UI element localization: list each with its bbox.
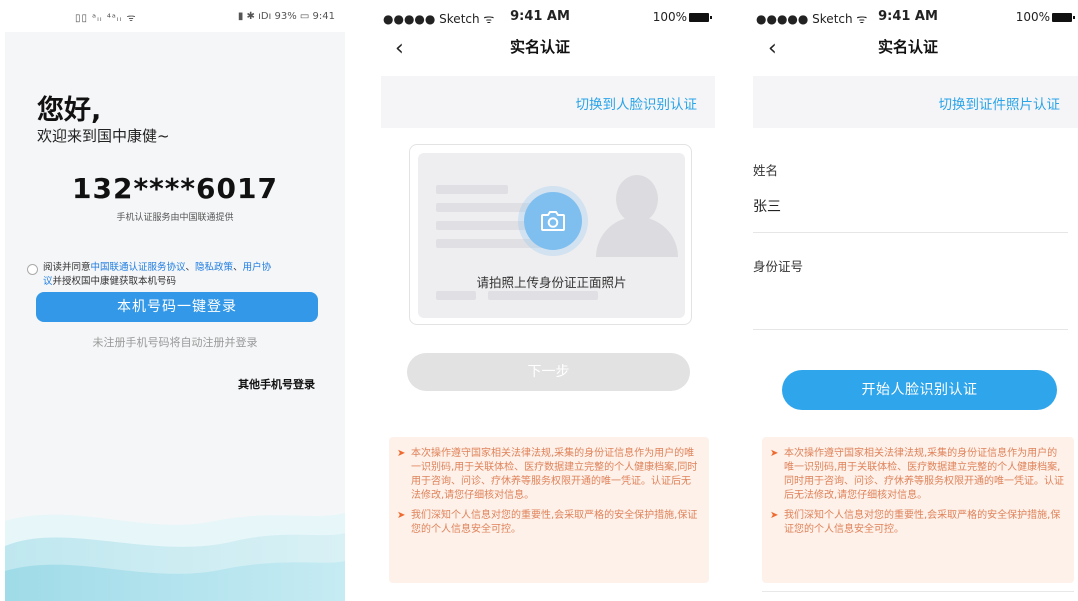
id-number-input[interactable]: [753, 290, 1053, 312]
agreement-radio[interactable]: [27, 264, 38, 275]
upload-prompt: 请拍照上传身份证正面照片: [476, 275, 627, 290]
link-user-agreement-cont[interactable]: 议: [43, 276, 53, 287]
notice-text: 本次操作遵守国家相关法律法规,采集的身份证信息作为用户的唯一识别码,用于关联体检…: [411, 448, 698, 501]
notice-item: ➤ 我们深知个人信息对您的重要性,会采取严格的安全保护措施,保证您的个人信息安全…: [770, 509, 1064, 537]
battery-percent: 100%: [1015, 10, 1050, 24]
welcome-text: 欢迎来到国中康健~: [37, 127, 170, 145]
placeholder-line: [436, 185, 508, 194]
divider: [753, 329, 1068, 330]
placeholder-line: [436, 239, 546, 248]
other-phone-login-link[interactable]: 其他手机号登录: [238, 376, 315, 392]
status-right-indicators: ▮ ✱ ıDı 93% ▭ 9:41: [237, 11, 335, 22]
id-card-placeholder: 请拍照上传身份证正面照片: [418, 153, 685, 318]
link-privacy-policy[interactable]: 隐私政策: [195, 262, 233, 273]
privacy-notice: ➤ 本次操作遵守国家相关法律法规,采集的身份证信息作为用户的唯一识别码,用于关联…: [762, 437, 1074, 583]
arrow-right-icon: ➤: [770, 510, 779, 521]
battery-icon: [1052, 13, 1075, 22]
placeholder-line: [488, 291, 598, 300]
status-bar: ●●●●● Sketch ᯤ 9:41 AM 100%: [738, 0, 1078, 32]
privacy-notice: ➤ 本次操作遵守国家相关法律法规,采集的身份证信息作为用户的唯一识别码,用于关联…: [389, 437, 709, 583]
status-time: 9:41 AM: [510, 9, 570, 24]
decorative-waves: [5, 513, 345, 601]
link-unicom-auth-agreement[interactable]: 中国联通认证服务协议: [91, 262, 186, 273]
page-title: 实名认证: [877, 38, 938, 56]
carrier-signal: ●●●●● Sketch ᯤ: [383, 12, 495, 26]
switch-to-face-link[interactable]: 切换到人脸识别认证: [576, 93, 698, 113]
id-upload-area[interactable]: 请拍照上传身份证正面照片: [409, 144, 692, 325]
switch-mode-bar: 切换到证件照片认证: [753, 76, 1078, 128]
agreement-text: 阅读并同意中国联通认证服务协议、隐私政策、用户协 议并授权国中康健获取本机号码: [43, 261, 331, 289]
face-verification-screen: ●●●●● Sketch ᯤ 9:41 AM 100% ‹ 实名认证 切换到证件…: [738, 0, 1078, 601]
status-bar: ▯▯ ᵃᵢᵢ ⁴ᵃᵢᵢ ᯤ ▮ ✱ ıDı 93% ▭ 9:41: [5, 0, 345, 32]
avatar-silhouette-icon: [616, 175, 658, 223]
login-screen: ▯▯ ᵃᵢᵢ ⁴ᵃᵢᵢ ᯤ ▮ ✱ ıDı 93% ▭ 9:41 您好, 欢迎来…: [5, 0, 345, 601]
switch-to-id-photo-link[interactable]: 切换到证件照片认证: [939, 93, 1061, 113]
name-input[interactable]: 张三: [753, 196, 781, 216]
status-time: 9:41 AM: [878, 9, 938, 24]
notice-text: 我们深知个人信息对您的重要性,会采取严格的安全保护措施,保证您的个人信息安全可控…: [411, 510, 698, 535]
placeholder-line: [436, 221, 526, 230]
camera-button[interactable]: [524, 192, 582, 250]
agreement-suffix: 并授权国中康健获取本机号码: [52, 276, 177, 287]
notice-text: 我们深知个人信息对您的重要性,会采取严格的安全保护措施,保证您的个人信息安全可控…: [784, 510, 1061, 535]
status-bar: ●●●●● Sketch ᯤ 9:41 AM 100%: [365, 0, 715, 32]
divider: [762, 591, 1074, 592]
agreement-sep: 、: [185, 262, 196, 273]
notice-text: 本次操作遵守国家相关法律法规,采集的身份证信息作为用户的唯一识别码,用于关联体检…: [784, 448, 1064, 501]
greeting-title: 您好,: [37, 95, 102, 126]
notice-item: ➤ 本次操作遵守国家相关法律法规,采集的身份证信息作为用户的唯一识别码,用于关联…: [770, 447, 1064, 503]
placeholder-line: [436, 291, 476, 300]
battery-icon: [689, 13, 712, 22]
avatar-silhouette-body: [596, 217, 678, 257]
notice-item: ➤ 本次操作遵守国家相关法律法规,采集的身份证信息作为用户的唯一识别码,用于关联…: [397, 447, 699, 503]
start-face-recognition-button[interactable]: 开始人脸识别认证: [782, 370, 1057, 410]
id-number-label: 身份证号: [753, 259, 804, 274]
link-user-agreement[interactable]: 用户协: [243, 262, 272, 273]
carrier-signal: ●●●●● Sketch ᯤ: [756, 12, 868, 26]
next-step-button[interactable]: 下一步: [407, 353, 690, 391]
arrow-right-icon: ➤: [397, 510, 406, 521]
one-click-login-button[interactable]: 本机号码一键登录: [36, 292, 318, 322]
switch-mode-bar: 切换到人脸识别认证: [381, 76, 715, 128]
divider: [753, 232, 1068, 233]
provider-note: 手机认证服务由中国联通提供: [116, 213, 234, 223]
id-photo-verification-screen: ●●●●● Sketch ᯤ 9:41 AM 100% ‹ 实名认证 切换到人脸…: [365, 0, 715, 601]
agreement-sep: 、: [233, 262, 243, 273]
camera-icon: [541, 211, 565, 231]
name-label: 姓名: [753, 163, 779, 178]
auto-register-note: 未注册手机号码将自动注册并登录: [92, 336, 258, 349]
arrow-right-icon: ➤: [770, 448, 779, 459]
page-title: 实名认证: [509, 38, 570, 56]
battery-percent: 100%: [652, 10, 687, 24]
screens-canvas: ▯▯ ᵃᵢᵢ ⁴ᵃᵢᵢ ᯤ ▮ ✱ ıDı 93% ▭ 9:41 您好, 欢迎来…: [0, 0, 1078, 601]
notice-item: ➤ 我们深知个人信息对您的重要性,会采取严格的安全保护措施,保证您的个人信息安全…: [397, 509, 699, 537]
arrow-right-icon: ➤: [397, 448, 406, 459]
agreement-prefix: 阅读并同意: [43, 262, 91, 273]
masked-phone-number: 132****6017: [72, 172, 278, 205]
signal-indicators: ▯▯ ᵃᵢᵢ ⁴ᵃᵢᵢ ᯤ: [75, 13, 137, 24]
